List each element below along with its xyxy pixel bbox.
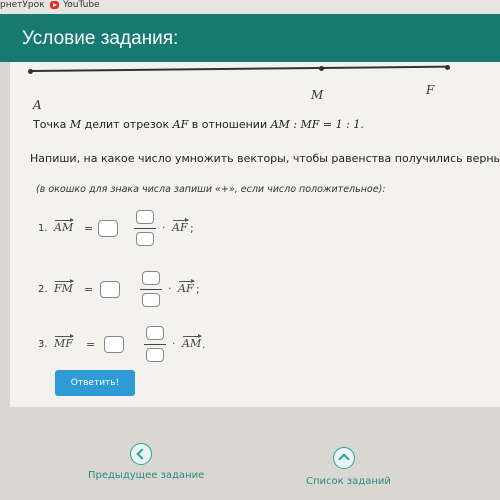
sign-input[interactable] (104, 336, 124, 353)
vector-lhs: FM (54, 279, 74, 295)
equation-3: 3. MF = · AM . (38, 326, 298, 366)
page-title: Условие задания: (22, 28, 179, 49)
point-label-a: A (33, 98, 42, 112)
task-list-label[interactable]: Список заданий (306, 476, 391, 487)
denominator-input[interactable] (146, 348, 164, 362)
multiply-dot: · (168, 282, 172, 295)
equation-end: ; (190, 222, 194, 235)
answer-button[interactable]: Ответить! (55, 370, 135, 396)
fraction-bar (144, 344, 166, 345)
vector-rhs: AF (172, 218, 189, 234)
point-m (319, 66, 324, 71)
chevron-up-icon[interactable] (333, 447, 355, 469)
hint-text: (в окошко для знака числа запиши «+», ес… (36, 184, 386, 195)
multiply-dot: · (172, 337, 176, 350)
equals-sign: = (84, 283, 94, 296)
vector-rhs: AM (182, 334, 203, 350)
equation-number: 1. (38, 223, 48, 234)
equals-sign: = (84, 222, 94, 235)
instruction-text: Напиши, на какое число умножить векторы,… (30, 152, 500, 165)
task-statement: Точка M делит отрезок AF в отношении AM … (33, 118, 364, 131)
bookmarks-bar: рнетУрок YouTube (0, 0, 500, 14)
vector-lhs: MF (54, 334, 74, 350)
sign-input[interactable] (100, 281, 120, 298)
denominator-input[interactable] (136, 232, 154, 246)
fraction-bar (134, 228, 156, 229)
equals-sign: = (86, 338, 96, 351)
prev-task-label[interactable]: Предыдущее задание (88, 470, 204, 481)
point-a (28, 69, 33, 74)
task-header: Условие задания: (0, 14, 500, 62)
bookmark-youtube[interactable]: YouTube (63, 0, 100, 11)
numerator-input[interactable] (142, 271, 160, 285)
multiply-dot: · (162, 221, 166, 234)
numerator-input[interactable] (146, 326, 164, 340)
equation-end: ; (196, 283, 200, 296)
point-f (445, 65, 450, 70)
equation-2: 2. FM = · AF ; (38, 271, 298, 311)
equation-end: . (202, 338, 206, 351)
equation-1: 1. AM = · AF ; (38, 210, 298, 250)
point-label-f: F (426, 83, 435, 97)
numerator-input[interactable] (136, 210, 154, 224)
youtube-icon (50, 1, 59, 9)
fraction-bar (140, 289, 162, 290)
sign-input[interactable] (98, 220, 118, 237)
equation-number: 3. (38, 339, 48, 350)
bookmark-internet-urok[interactable]: рнетУрок (0, 0, 45, 11)
point-label-m: M (311, 88, 324, 102)
vector-lhs: AM (54, 218, 75, 234)
chevron-left-icon[interactable] (130, 443, 152, 465)
vector-rhs: AF (178, 279, 195, 295)
equation-number: 2. (38, 284, 48, 295)
denominator-input[interactable] (142, 293, 160, 307)
